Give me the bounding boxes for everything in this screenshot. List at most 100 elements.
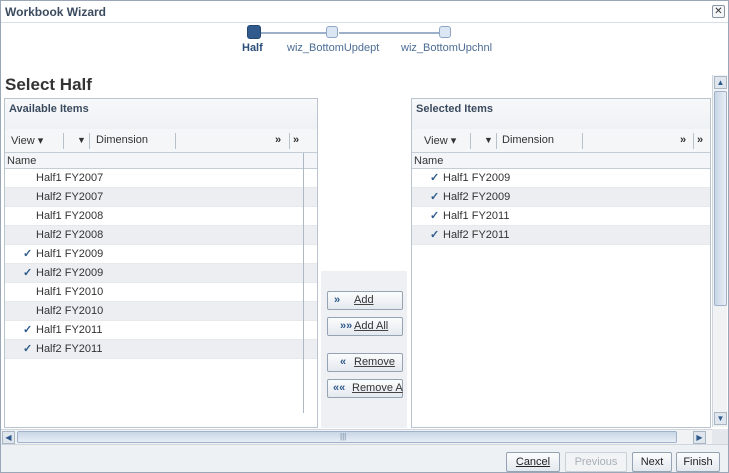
wizard-window: Workbook Wizard ✕ Half wiz_BottomUpdept … xyxy=(0,0,729,473)
chevron-down-icon[interactable]: ▼ xyxy=(77,135,86,145)
close-icon[interactable]: ✕ xyxy=(712,5,725,18)
next-button[interactable]: Next xyxy=(632,452,672,472)
train-label-bottomupchnl[interactable]: wiz_BottomUpchnl xyxy=(401,42,492,54)
toolbar-separator xyxy=(63,133,64,149)
train-stop-half[interactable] xyxy=(247,25,261,39)
train-stop-bottomupchnl[interactable] xyxy=(439,26,451,38)
list-item-label: Half2 FY2009 xyxy=(36,267,104,279)
dimension-menu[interactable]: Dimension xyxy=(502,134,554,146)
checkmark-icon: ✓ xyxy=(23,267,33,279)
toolbar-separator xyxy=(89,133,90,149)
list-item-label: Half2 FY2008 xyxy=(36,229,104,241)
list-item-label: Half1 FY2009 xyxy=(36,248,104,260)
list-item[interactable]: Half2 FY2010 xyxy=(5,302,317,321)
scroll-right-icon[interactable]: ▶ xyxy=(693,431,706,444)
list-item-label: Half2 FY2007 xyxy=(36,191,104,203)
wizard-footer: Cancel Previous Next Finish xyxy=(1,444,728,472)
add-button[interactable]: » Add xyxy=(327,291,403,310)
checkmark-icon: ✓ xyxy=(430,229,440,241)
cancel-label: Cancel xyxy=(515,456,551,468)
checkmark-icon: ✓ xyxy=(430,191,440,203)
move-left-icon: « xyxy=(340,356,347,368)
list-item-label: Half2 FY2011 xyxy=(36,343,103,355)
page-title: Select Half xyxy=(5,75,92,94)
list-item[interactable]: Half1 FY2008 xyxy=(5,207,317,226)
available-grid: Name Half1 FY2007 Half2 FY2007 Half1 FY200… xyxy=(5,153,317,413)
list-item[interactable]: ✓ Half2 FY2009 xyxy=(412,188,710,207)
horizontal-scroll-thumb[interactable]: ||| xyxy=(17,431,677,443)
view-menu[interactable]: View ▾ xyxy=(424,134,456,147)
list-item[interactable]: ✓ Half1 FY2011 xyxy=(5,321,317,340)
available-items-title: Available Items xyxy=(9,103,89,115)
view-menu[interactable]: View ▾ xyxy=(11,134,43,147)
list-item-label: Half1 FY2010 xyxy=(36,286,104,298)
window-title: Workbook Wizard xyxy=(5,5,107,19)
list-item[interactable]: Half1 FY2007 xyxy=(5,169,317,188)
remove-label: Remove xyxy=(354,356,395,368)
train-connector xyxy=(261,32,333,34)
list-item-label: Half2 FY2009 xyxy=(443,191,511,203)
list-item[interactable]: Half2 FY2007 xyxy=(5,188,317,207)
available-items-panel: Available Items View ▾ ▼ Dimension » » N… xyxy=(4,98,318,428)
toolbar-separator xyxy=(470,133,471,149)
vertical-scrollbar[interactable]: ▲ ▼ xyxy=(712,75,727,427)
move-all-right-icon: »» xyxy=(340,320,353,332)
checkmark-icon: ✓ xyxy=(23,343,33,355)
toolbar-separator xyxy=(175,133,176,149)
scroll-grip-icon: ||| xyxy=(340,432,347,441)
list-item[interactable]: ✓ Half1 FY2011 xyxy=(412,207,710,226)
train-stop-bottomupdept[interactable] xyxy=(326,26,338,38)
available-items-header: Available Items xyxy=(5,99,317,133)
selected-items-title: Selected Items xyxy=(416,103,494,115)
scroll-corner xyxy=(712,429,728,444)
add-label: Add xyxy=(354,294,374,306)
wizard-train: Half wiz_BottomUpdept wiz_BottomUpchnl xyxy=(231,25,501,59)
vertical-scroll-thumb[interactable] xyxy=(714,91,727,306)
list-item[interactable]: ✓ Half1 FY2009 xyxy=(412,169,710,188)
column-header-label: Name xyxy=(7,155,37,167)
grid-edge xyxy=(303,153,304,413)
dimension-menu[interactable]: Dimension xyxy=(96,134,148,146)
toolbar-separator xyxy=(582,133,583,149)
scroll-down-icon[interactable]: ▼ xyxy=(714,412,727,425)
list-item-label: Half1 FY2008 xyxy=(36,210,104,222)
panel-overflow-icon[interactable]: » xyxy=(293,134,299,146)
finish-button[interactable]: Finish xyxy=(676,452,720,472)
panel-overflow-icon[interactable]: » xyxy=(697,134,703,146)
remove-all-label: Remove A xyxy=(352,382,403,394)
chevron-down-icon[interactable]: ▼ xyxy=(484,135,493,145)
list-item[interactable]: Half1 FY2010 xyxy=(5,283,317,302)
remove-all-button[interactable]: «« Remove A xyxy=(327,379,403,398)
list-item-label: Half1 FY2011 xyxy=(36,324,103,336)
list-item[interactable]: ✓ Half2 FY2011 xyxy=(412,226,710,245)
list-item-label: Half2 FY2011 xyxy=(443,229,510,241)
previous-button[interactable]: Previous xyxy=(565,452,627,472)
list-item-label: Half1 FY2009 xyxy=(443,172,511,184)
column-header-label: Name xyxy=(414,155,444,167)
scroll-left-icon[interactable]: ◀ xyxy=(2,431,15,444)
checkmark-icon: ✓ xyxy=(23,248,33,260)
available-rows: Half1 FY2007 Half2 FY2007 Half1 FY2008 Half… xyxy=(5,169,317,359)
list-item-label: Half1 FY2011 xyxy=(443,210,510,222)
train-label-half[interactable]: Half xyxy=(242,42,263,54)
finish-label: Finish xyxy=(683,456,713,468)
list-item[interactable]: ✓ Half1 FY2009 xyxy=(5,245,317,264)
cancel-button[interactable]: Cancel xyxy=(506,452,560,472)
toolbar-overflow-icon[interactable]: » xyxy=(680,134,686,146)
list-item-label: Half1 FY2007 xyxy=(36,172,104,184)
horizontal-scrollbar[interactable]: ◀ ||| ▶ xyxy=(1,429,712,444)
list-item[interactable]: Half2 FY2008 xyxy=(5,226,317,245)
list-item[interactable]: ✓ Half2 FY2009 xyxy=(5,264,317,283)
next-label: Next xyxy=(640,456,664,468)
train-connector xyxy=(339,32,444,34)
column-header-name[interactable]: Name xyxy=(412,153,710,169)
scroll-up-icon[interactable]: ▲ xyxy=(714,76,727,89)
move-right-icon: » xyxy=(334,294,341,306)
move-all-left-icon: «« xyxy=(333,382,346,394)
remove-button[interactable]: « Remove xyxy=(327,353,403,372)
toolbar-overflow-icon[interactable]: » xyxy=(275,134,281,146)
list-item[interactable]: ✓ Half2 FY2011 xyxy=(5,340,317,359)
column-header-name[interactable]: Name xyxy=(5,153,317,169)
train-label-bottomupdept[interactable]: wiz_BottomUpdept xyxy=(287,42,379,54)
add-all-button[interactable]: »» Add All xyxy=(327,317,403,336)
